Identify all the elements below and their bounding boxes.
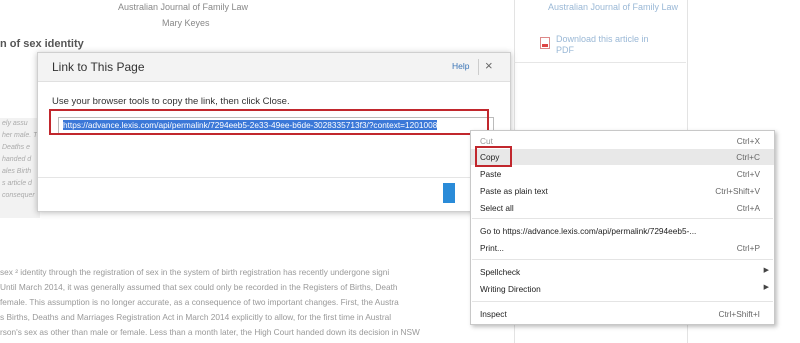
body-line: rson's sex as other than male or female.… bbox=[0, 327, 420, 337]
dialog-title: Link to This Page bbox=[52, 60, 145, 74]
excerpt-line: Deaths e bbox=[2, 144, 31, 151]
dialog-footer-divider bbox=[38, 177, 510, 178]
menu-separator bbox=[472, 301, 773, 302]
author-name: Mary Keyes bbox=[162, 18, 210, 28]
menu-item-copy[interactable]: Copy Ctrl+C bbox=[471, 149, 774, 165]
excerpt-line: handed d bbox=[2, 156, 32, 163]
body-line: Until March 2014, it was generally assum… bbox=[0, 282, 398, 292]
pdf-icon bbox=[540, 37, 550, 49]
close-button[interactable] bbox=[443, 183, 455, 203]
context-menu: Cut Ctrl+X Copy Ctrl+C Paste Ctrl+V Past… bbox=[470, 130, 775, 325]
menu-item-spellcheck[interactable]: Spellcheck ▶ bbox=[471, 264, 774, 280]
sidebar-divider bbox=[514, 62, 686, 63]
article-body: sex ² identity through the registration … bbox=[0, 265, 470, 340]
menu-item-print[interactable]: Print... Ctrl+P bbox=[471, 240, 774, 256]
body-line: s Births, Deaths and Marriages Registrat… bbox=[0, 312, 392, 322]
submenu-arrow-icon: ▶ bbox=[763, 284, 769, 291]
excerpt-line: ely assu bbox=[2, 120, 28, 127]
menu-separator bbox=[472, 259, 773, 260]
menu-item-paste[interactable]: Paste Ctrl+V bbox=[471, 166, 774, 182]
body-line: sex ² identity through the registration … bbox=[0, 267, 390, 277]
dialog-header: Link to This Page Help × bbox=[38, 53, 510, 82]
menu-item-paste-plain[interactable]: Paste as plain text Ctrl+Shift+V bbox=[471, 183, 774, 199]
excerpt-line: ales Birth bbox=[2, 168, 32, 175]
excerpt-line: s article d bbox=[2, 180, 32, 187]
menu-item-go-to[interactable]: Go to https://advance.lexis.com/api/perm… bbox=[471, 223, 774, 239]
menu-item-inspect[interactable]: Inspect Ctrl+Shift+I bbox=[471, 306, 774, 322]
body-line: female. This assumption is no longer acc… bbox=[0, 297, 399, 307]
menu-item-cut[interactable]: Cut Ctrl+X bbox=[471, 133, 774, 149]
dialog-instruction: Use your browser tools to copy the link,… bbox=[52, 96, 290, 107]
submenu-arrow-icon: ▶ bbox=[763, 267, 769, 274]
close-icon[interactable]: × bbox=[485, 58, 493, 74]
excerpt-line: her male. Th bbox=[2, 132, 40, 139]
menu-item-writing-direction[interactable]: Writing Direction ▶ bbox=[471, 281, 774, 297]
journal-link[interactable]: Australian Journal of Family Law bbox=[548, 2, 688, 13]
link-highlight-box bbox=[49, 109, 489, 135]
help-link[interactable]: Help bbox=[452, 61, 469, 71]
journal-name: Australian Journal of Family Law bbox=[118, 2, 249, 12]
download-pdf-link[interactable]: Download this article in PDF bbox=[556, 34, 666, 56]
menu-separator bbox=[472, 218, 773, 219]
menu-item-select-all[interactable]: Select all Ctrl+A bbox=[471, 200, 774, 216]
copy-highlight-box bbox=[475, 146, 512, 167]
section-heading: n of sex identity bbox=[0, 38, 84, 50]
excerpt-box: ely assu her male. Th Deaths e handed d … bbox=[0, 118, 40, 218]
header-divider bbox=[478, 59, 479, 75]
excerpt-line: consequer bbox=[2, 192, 35, 199]
